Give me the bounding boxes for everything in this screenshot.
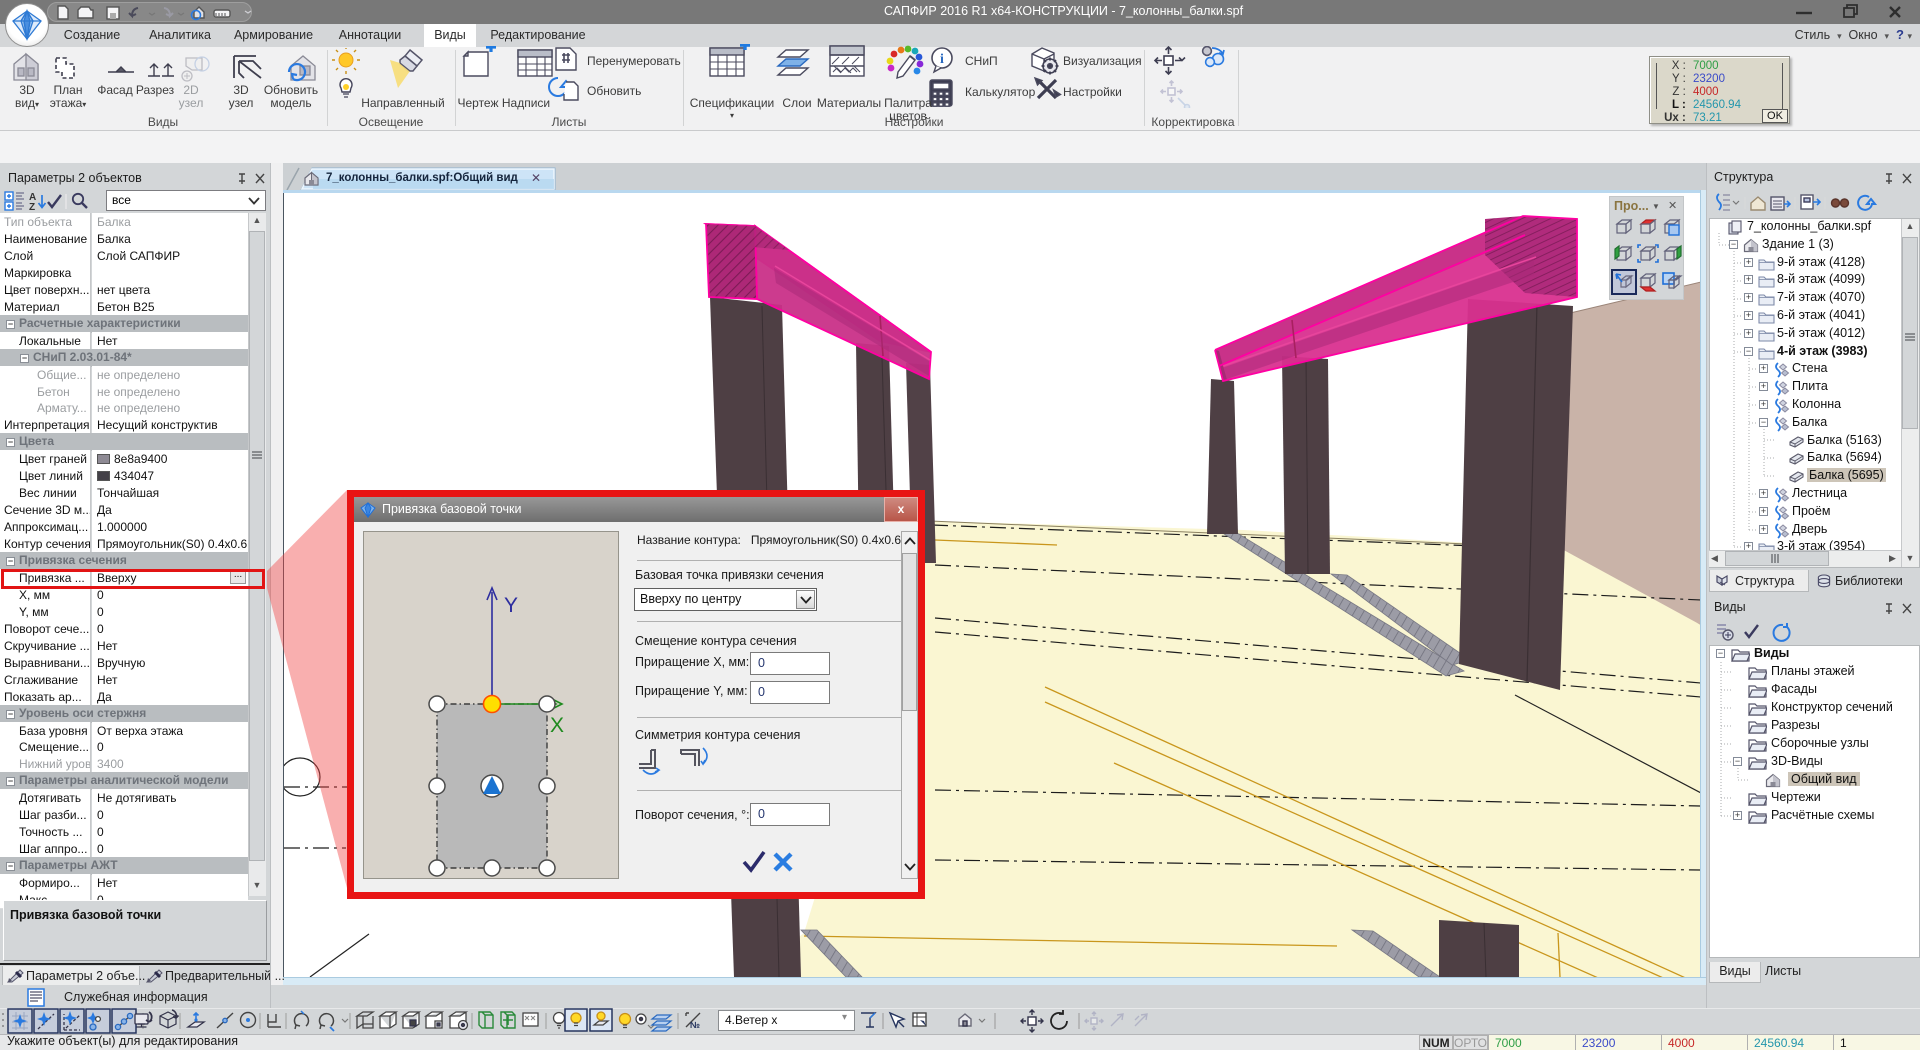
svg-text:Y: Y bbox=[504, 594, 518, 617]
svg-text:Z: Z bbox=[29, 202, 35, 212]
svg-text:i: i bbox=[940, 52, 944, 67]
svg-text:X: X bbox=[550, 714, 564, 737]
svg-text:№: № bbox=[690, 1020, 700, 1030]
